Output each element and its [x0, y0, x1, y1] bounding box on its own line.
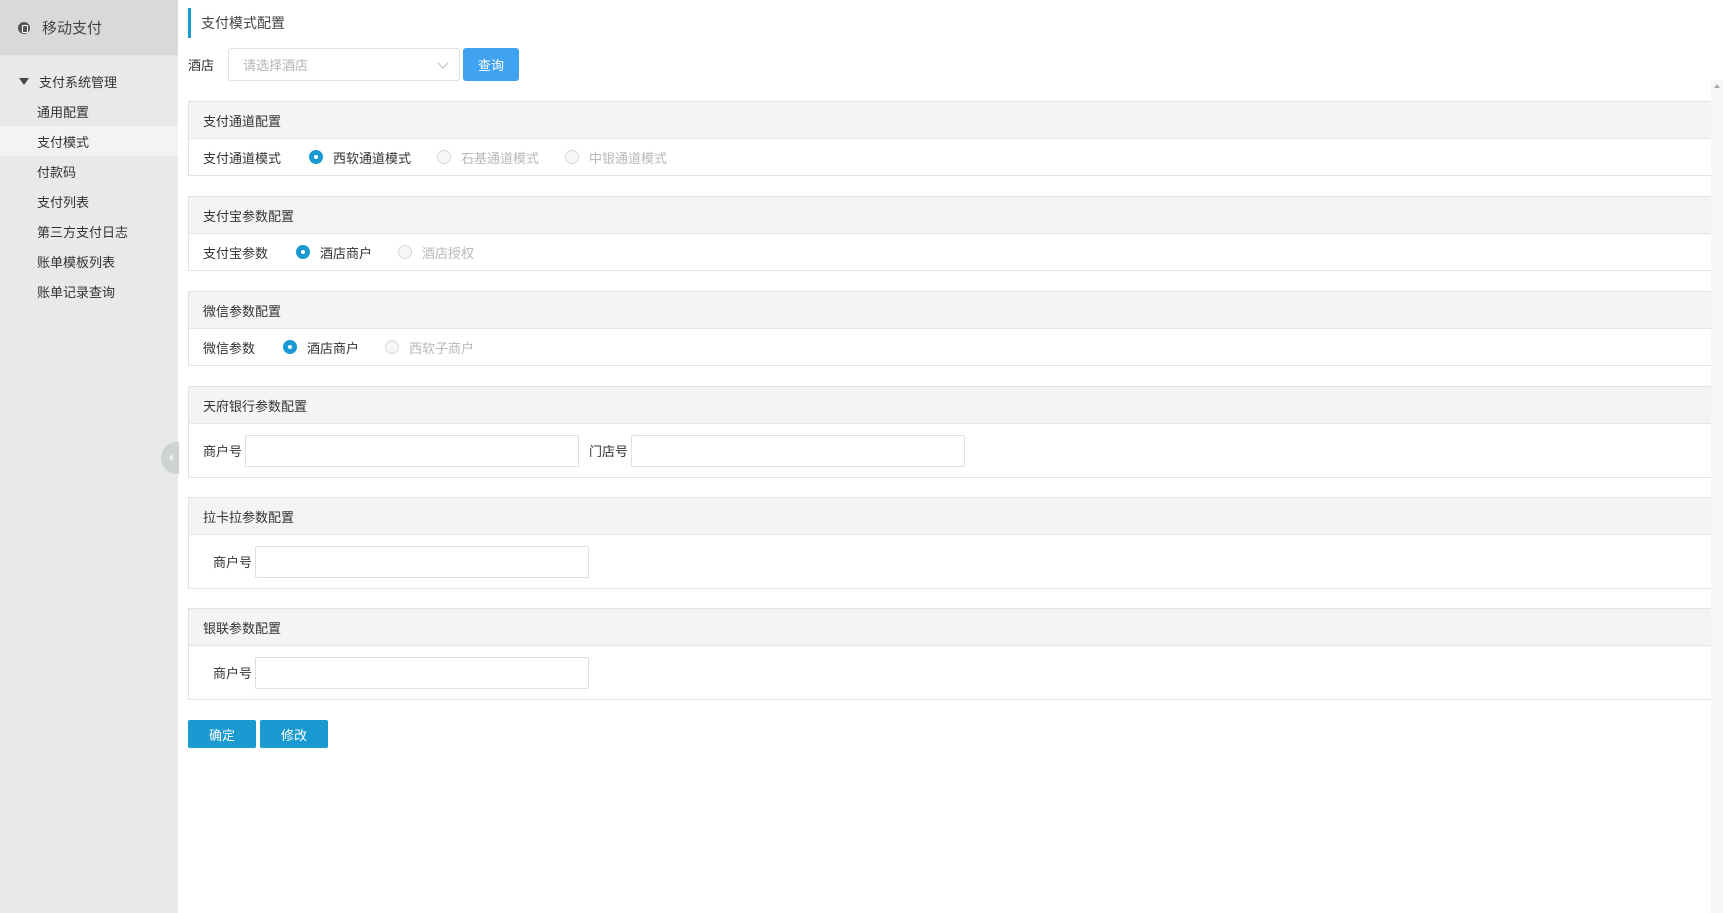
panel-title: 支付通道配置 — [189, 102, 1711, 139]
sidebar-group-payment-system[interactable]: 支付系统管理 — [0, 66, 178, 96]
modify-button[interactable]: 修改 — [260, 720, 328, 748]
panel-wechat-config: 微信参数配置 微信参数 酒店商户 西软子商户 — [188, 291, 1712, 366]
radio-label: 西软通道模式 — [333, 151, 412, 167]
sidebar-item-payment-list[interactable]: 支付列表 — [0, 186, 178, 216]
radio-button[interactable] — [398, 245, 413, 259]
panel-title: 微信参数配置 — [189, 292, 1711, 329]
panel-title: 拉卡拉参数配置 — [189, 498, 1711, 535]
sidebar: 移动支付 支付系统管理 通用配置 支付模式 付款码 支付列表 第三方支付日志 账… — [0, 0, 178, 913]
alipay-param-row: 支付宝参数 酒店商户 酒店授权 — [189, 234, 1711, 270]
sidebar-item-payment-mode[interactable]: 支付模式 — [0, 126, 178, 156]
unionpay-inputs-row: 商户号 — [189, 646, 1711, 699]
lakala-merchant-number-input[interactable] — [255, 545, 590, 578]
radio-option-shiji-channel[interactable]: 石基通道模式 — [437, 148, 539, 167]
hotel-select-placeholder: 请选择酒店 — [243, 59, 309, 74]
radio-label: 酒店商户 — [320, 246, 373, 262]
radio-option-boc-channel[interactable]: 中银通道模式 — [565, 148, 667, 167]
sidebar-item-third-party-log[interactable]: 第三方支付日志 — [0, 216, 178, 246]
panel-title: 银联参数配置 — [189, 609, 1711, 646]
merchant-number-label: 商户号 — [213, 556, 253, 571]
confirm-button[interactable]: 确定 — [188, 720, 256, 748]
lakala-inputs-row: 商户号 — [189, 535, 1711, 588]
panel-title: 天府银行参数配置 — [189, 387, 1711, 424]
tianfu-inputs-row: 商户号 门店号 — [189, 424, 1711, 477]
radio-label: 酒店商户 — [307, 341, 360, 357]
radio-button-checked[interactable] — [296, 245, 311, 259]
merchant-number-label: 商户号 — [213, 667, 253, 682]
hotel-select[interactable]: 请选择酒店 — [228, 48, 461, 81]
sidebar-item-bill-template-list[interactable]: 账单模板列表 — [0, 246, 178, 276]
radio-button-checked[interactable] — [309, 150, 324, 164]
mobile-pay-icon — [18, 21, 30, 34]
chevron-down-icon — [437, 57, 449, 69]
wechat-param-label: 微信参数 — [203, 341, 256, 357]
chevron-left-icon: ‹ — [168, 450, 175, 466]
radio-label: 酒店授权 — [422, 246, 475, 262]
sidebar-item-general-config[interactable]: 通用配置 — [0, 96, 178, 126]
hotel-label: 酒店 — [188, 59, 215, 74]
radio-option-xiruan-channel[interactable]: 西软通道模式 — [309, 148, 411, 167]
hotel-filter: 酒店 请选择酒店 查询 — [188, 48, 520, 81]
radio-option-hotel-merchant[interactable]: 酒店商户 — [283, 338, 359, 357]
panel-channel-config: 支付通道配置 支付通道模式 西软通道模式 石基通道模式 中银通道模式 — [188, 101, 1712, 176]
app: 移动支付 支付系统管理 通用配置 支付模式 付款码 支付列表 第三方支付日志 账… — [0, 0, 1723, 913]
radio-button[interactable] — [437, 150, 452, 164]
form-actions: 确定 修改 — [188, 720, 332, 748]
channel-mode-label: 支付通道模式 — [203, 151, 282, 167]
store-number-label: 门店号 — [589, 445, 629, 460]
panel-unionpay-config: 银联参数配置 商户号 — [188, 608, 1712, 700]
alipay-param-label: 支付宝参数 — [203, 246, 269, 262]
page-title: 支付模式配置 — [188, 8, 285, 38]
panel-lakala-config: 拉卡拉参数配置 商户号 — [188, 497, 1712, 589]
panel-alipay-config: 支付宝参数配置 支付宝参数 酒店商户 酒店授权 — [188, 196, 1712, 271]
radio-label: 石基通道模式 — [461, 151, 540, 167]
channel-mode-row: 支付通道模式 西软通道模式 石基通道模式 中银通道模式 — [189, 139, 1711, 175]
wechat-param-row: 微信参数 酒店商户 西软子商户 — [189, 329, 1711, 365]
radio-option-hotel-merchant[interactable]: 酒店商户 — [296, 243, 372, 262]
sidebar-header[interactable]: 移动支付 — [0, 0, 178, 55]
sidebar-item-bill-record-query[interactable]: 账单记录查询 — [0, 276, 178, 306]
unionpay-merchant-number-input[interactable] — [255, 656, 590, 689]
sidebar-group-label: 支付系统管理 — [39, 75, 118, 91]
radio-button[interactable] — [385, 340, 400, 354]
merchant-number-label: 商户号 — [203, 445, 243, 460]
query-button[interactable]: 查询 — [463, 48, 520, 81]
radio-label: 中银通道模式 — [589, 151, 668, 167]
panel-tianfu-bank-config: 天府银行参数配置 商户号 门店号 — [188, 386, 1712, 478]
radio-option-xiruan-sub-merchant[interactable]: 西软子商户 — [385, 338, 474, 357]
panel-title: 支付宝参数配置 — [189, 197, 1711, 234]
radio-label: 西软子商户 — [409, 341, 475, 357]
scroll-up-arrow-icon[interactable] — [1714, 84, 1720, 88]
caret-down-icon — [19, 77, 29, 85]
tianfu-merchant-number-input[interactable] — [245, 434, 580, 467]
radio-option-hotel-authorization[interactable]: 酒店授权 — [398, 243, 474, 262]
radio-button[interactable] — [565, 150, 580, 164]
app-title: 移动支付 — [42, 19, 103, 37]
main-content: 支付模式配置 酒店 请选择酒店 查询 支付通道配置 支付通道模式 西软通道模式 … — [178, 0, 1723, 913]
sidebar-item-payment-code[interactable]: 付款码 — [0, 156, 178, 186]
vertical-scrollbar[interactable] — [1711, 80, 1723, 913]
tianfu-store-number-input[interactable] — [631, 434, 966, 467]
radio-button-checked[interactable] — [283, 340, 298, 354]
